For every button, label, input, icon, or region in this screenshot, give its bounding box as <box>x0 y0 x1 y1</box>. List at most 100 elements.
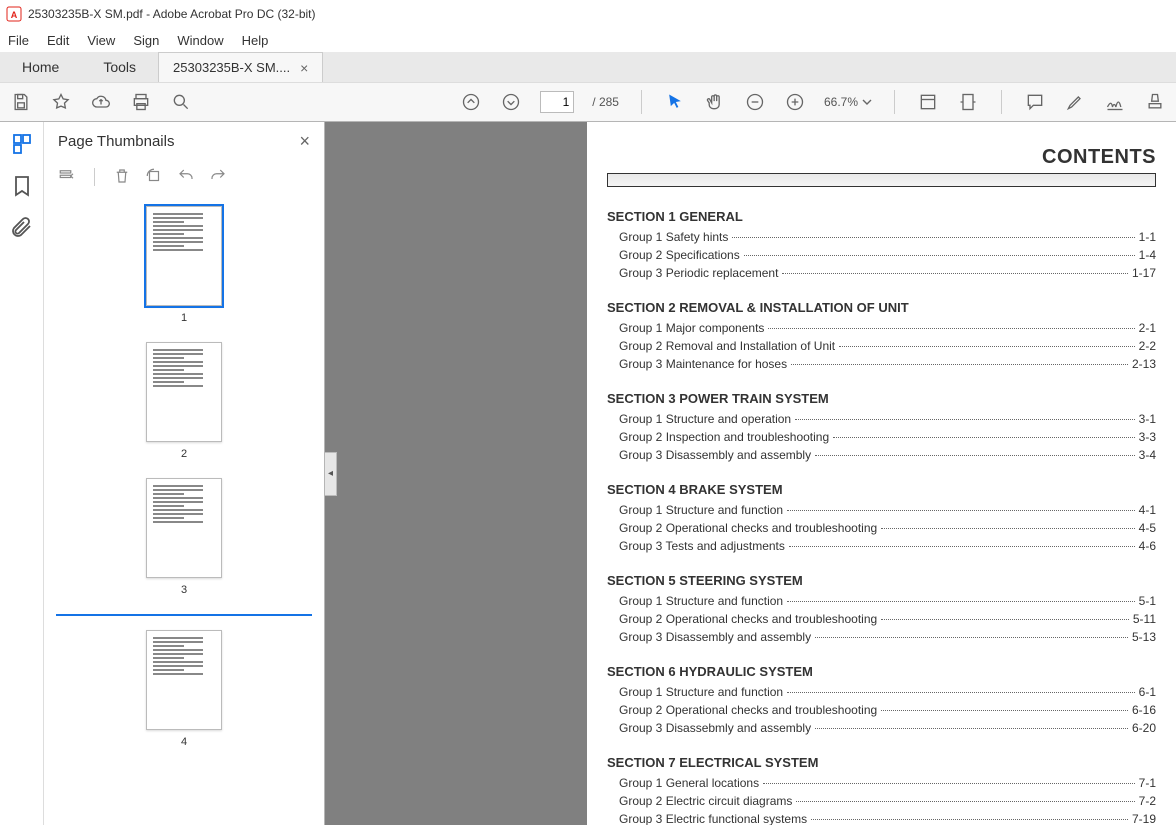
toc-section: SECTION 4 BRAKE SYSTEMGroup 1 Structure … <box>607 482 1156 555</box>
toc-row: Group 3 Disassebmly and assembly6-20 <box>607 719 1156 737</box>
toc-row: Group 3 Disassembly and assembly5-13 <box>607 628 1156 646</box>
tab-document[interactable]: 25303235B-X SM.... × <box>158 52 323 82</box>
window-title: 25303235B-X SM.pdf - Adobe Acrobat Pro D… <box>28 7 316 21</box>
tab-home-label: Home <box>22 59 59 75</box>
toc-row: Group 2 Electric circuit diagrams7-2 <box>607 792 1156 810</box>
toc-page: 2-1 <box>1139 319 1156 337</box>
save-icon[interactable] <box>10 91 32 113</box>
search-icon[interactable] <box>170 91 192 113</box>
stamp-icon[interactable] <box>1144 91 1166 113</box>
comment-icon[interactable] <box>1024 91 1046 113</box>
toc-row: Group 1 Structure and operation3-1 <box>607 410 1156 428</box>
toc-page: 2-13 <box>1132 355 1156 373</box>
toc-leader <box>881 710 1128 711</box>
toc-leader <box>881 619 1129 620</box>
contents-heading: CONTENTS <box>607 146 1156 169</box>
toc-page: 7-19 <box>1132 810 1156 825</box>
thumbnail-label: 2 <box>181 448 187 460</box>
page-up-icon[interactable] <box>460 91 482 113</box>
toolbar-divider <box>641 90 642 114</box>
toc-row: Group 3 Disassembly and assembly3-4 <box>607 446 1156 464</box>
thumb-options-icon[interactable] <box>58 167 76 188</box>
main-area: Page Thumbnails × 1 2 3 4 ◂ CONTENTS SECTIO… <box>0 122 1176 825</box>
contents-bar <box>607 173 1156 187</box>
menu-sign[interactable]: Sign <box>133 33 159 48</box>
document-page: CONTENTS SECTION 1 GENERAL Group 1 Safety… <box>587 122 1176 825</box>
toc-label: Group 1 Structure and function <box>619 592 783 610</box>
toc-leader <box>787 601 1135 602</box>
star-icon[interactable] <box>50 91 72 113</box>
zoom-in-icon[interactable] <box>784 91 806 113</box>
page-down-icon[interactable] <box>500 91 522 113</box>
panel-collapse-handle[interactable]: ◂ <box>325 452 337 496</box>
hand-tool-icon[interactable] <box>704 91 726 113</box>
toc-section-title: SECTION 5 STEERING SYSTEM <box>607 573 1156 588</box>
select-tool-icon[interactable] <box>664 91 686 113</box>
toc-leader <box>881 528 1134 529</box>
toc-label: Group 1 Structure and function <box>619 683 783 701</box>
toc-page: 4-6 <box>1139 537 1156 555</box>
toc-leader <box>763 783 1135 784</box>
tab-tools[interactable]: Tools <box>81 52 158 82</box>
toc-label: Group 1 Major components <box>619 319 764 337</box>
zoom-level-dropdown[interactable]: 66.7% <box>824 95 872 109</box>
menu-help[interactable]: Help <box>242 33 269 48</box>
toc-row: Group 1 Major components 2-1 <box>607 319 1156 337</box>
tab-home[interactable]: Home <box>0 52 81 82</box>
toc-leader <box>744 255 1135 256</box>
thumbnail-item[interactable]: 4 <box>44 630 324 748</box>
toc-page: 1-1 <box>1139 228 1156 246</box>
thumbnail-item[interactable]: 1 <box>44 206 324 324</box>
bookmark-rail-icon[interactable] <box>10 174 34 198</box>
thumb-redo-icon[interactable] <box>209 167 227 188</box>
titlebar: A 25303235B-X SM.pdf - Adobe Acrobat Pro… <box>0 0 1176 28</box>
fit-page-icon[interactable] <box>957 91 979 113</box>
thumbnails-rail-icon[interactable] <box>10 132 34 156</box>
thumbnail-page[interactable] <box>146 206 222 306</box>
toc-section: SECTION 6 HYDRAULIC SYSTEMGroup 1 Struct… <box>607 664 1156 737</box>
toc-section: SECTION 1 GENERAL Group 1 Safety hints 1-1… <box>607 209 1156 282</box>
signature-icon[interactable] <box>1104 91 1126 113</box>
menu-file[interactable]: File <box>8 33 29 48</box>
thumbnails-header: Page Thumbnails × <box>44 122 324 160</box>
tab-close-button[interactable]: × <box>300 60 308 76</box>
toc-section: SECTION 3 POWER TRAIN SYSTEMGroup 1 Stru… <box>607 391 1156 464</box>
menu-view[interactable]: View <box>87 33 115 48</box>
thumb-rotate-icon[interactable] <box>145 167 163 188</box>
document-viewport[interactable]: ◂ CONTENTS SECTION 1 GENERAL Group 1 Safe… <box>325 122 1176 825</box>
toc-label: Group 3 Tests and adjustments <box>619 537 785 555</box>
thumbnail-page[interactable] <box>146 630 222 730</box>
toc-row: Group 3 Tests and adjustments 4-6 <box>607 537 1156 555</box>
page-number-input[interactable] <box>540 91 574 113</box>
highlight-icon[interactable] <box>1064 91 1086 113</box>
thumbnails-close-button[interactable]: × <box>299 131 310 152</box>
thumbnails-list[interactable]: 1 2 3 4 <box>44 194 324 825</box>
toc-section-title: SECTION 4 BRAKE SYSTEM <box>607 482 1156 497</box>
fit-width-icon[interactable] <box>917 91 939 113</box>
zoom-out-icon[interactable] <box>744 91 766 113</box>
app-pdf-icon: A <box>6 6 22 22</box>
page-sep: / <box>592 95 595 109</box>
thumbnail-page[interactable] <box>146 478 222 578</box>
thumb-undo-icon[interactable] <box>177 167 195 188</box>
thumbnail-item[interactable]: 2 <box>44 342 324 460</box>
toc-row: Group 1 General locations7-1 <box>607 774 1156 792</box>
toc-row: Group 3 Periodic replacement1-17 <box>607 264 1156 282</box>
toc-page: 6-16 <box>1132 701 1156 719</box>
attachment-rail-icon[interactable] <box>10 216 34 240</box>
toc-label: Group 1 Safety hints <box>619 228 728 246</box>
print-icon[interactable] <box>130 91 152 113</box>
svg-text:A: A <box>11 10 18 20</box>
menu-window[interactable]: Window <box>177 33 223 48</box>
thumbnail-page[interactable] <box>146 342 222 442</box>
page-total-label: / 285 <box>592 95 619 109</box>
thumbnail-item[interactable]: 3 <box>44 478 324 596</box>
cloud-upload-icon[interactable] <box>90 91 112 113</box>
toc-leader <box>795 419 1135 420</box>
thumb-delete-icon[interactable] <box>113 167 131 188</box>
toc-row: Group 3 Maintenance for hoses2-13 <box>607 355 1156 373</box>
toc-section-title: SECTION 1 GENERAL <box>607 209 1156 224</box>
menu-edit[interactable]: Edit <box>47 33 69 48</box>
toc-page: 3-3 <box>1139 428 1156 446</box>
toc-label: Group 2 Operational checks and troublesh… <box>619 519 877 537</box>
